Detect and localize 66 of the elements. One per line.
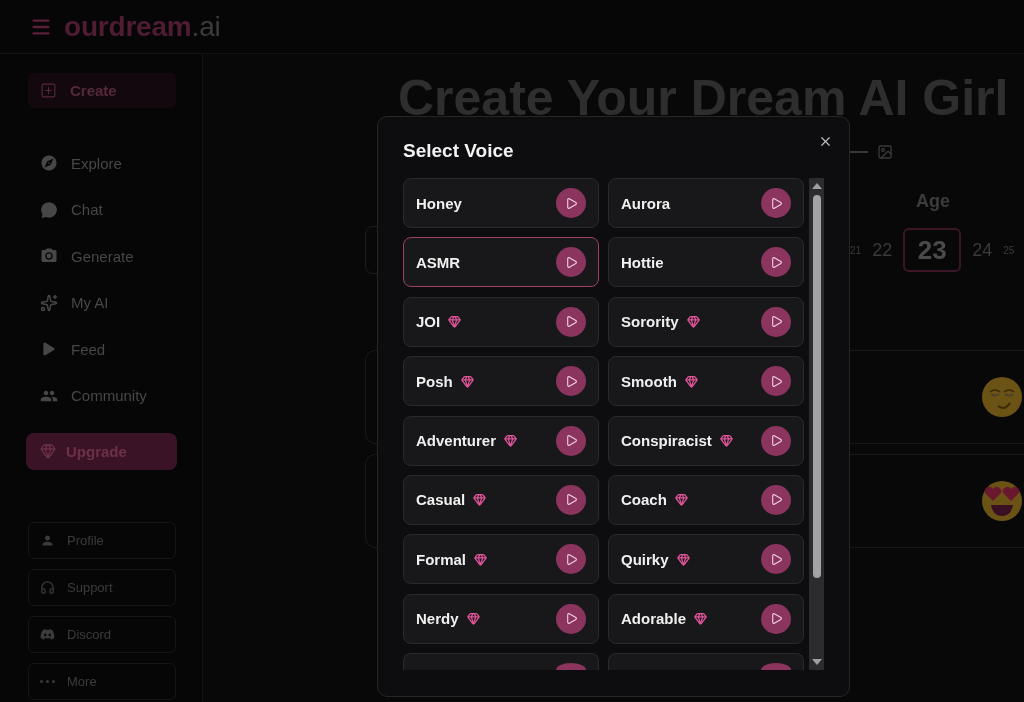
voice-card[interactable]: Hottie: [608, 237, 804, 288]
nav-item[interactable]: Chat: [28, 194, 176, 225]
play-button[interactable]: [556, 544, 586, 575]
voice-card[interactable]: Smooth: [608, 356, 804, 407]
play-button[interactable]: [556, 603, 586, 634]
play-icon: [769, 552, 783, 566]
play-icon: [769, 315, 783, 329]
discord-icon: [40, 626, 55, 642]
play-icon: [564, 374, 578, 388]
play-button[interactable]: [556, 306, 586, 337]
voice-card[interactable]: Casual: [403, 474, 599, 525]
voice-card[interactable]: Nerdy: [403, 593, 599, 644]
nav-item[interactable]: Feed: [28, 334, 176, 365]
play-button[interactable]: [761, 306, 791, 337]
play-button[interactable]: [761, 425, 791, 456]
nav-item[interactable]: My AI: [28, 287, 176, 318]
play-button[interactable]: [761, 247, 791, 278]
play-button[interactable]: [761, 603, 791, 634]
play-icon: [564, 552, 578, 566]
age-option[interactable]: 23: [903, 228, 962, 272]
dialog-title: Select Voice: [403, 140, 514, 162]
voice-card[interactable]: Sorority: [608, 296, 804, 347]
play-button[interactable]: [761, 544, 791, 575]
play-icon: [769, 612, 783, 626]
voice-card[interactable]: Aurora: [608, 178, 804, 228]
more-icon: [40, 679, 55, 683]
nav-item[interactable]: Generate: [28, 241, 176, 272]
play-button[interactable]: [761, 484, 791, 515]
nav-item[interactable]: Community: [28, 380, 176, 411]
create-button[interactable]: Create: [28, 73, 176, 108]
play-button[interactable]: [761, 188, 791, 218]
chat-bubble-icon: [40, 200, 58, 219]
voice-card[interactable]: Conspiracist: [608, 415, 804, 466]
voice-card[interactable]: ASMR: [403, 237, 599, 288]
sparkle-icon: [40, 293, 58, 312]
play-icon: [564, 434, 578, 448]
play-button[interactable]: [556, 247, 586, 278]
play-button[interactable]: [556, 366, 586, 397]
compass-icon: [40, 154, 58, 172]
plus-square-icon: [40, 82, 57, 99]
voice-card[interactable]: JOI: [403, 296, 599, 347]
play-button[interactable]: [761, 366, 791, 397]
play-button[interactable]: [556, 188, 586, 218]
voice-card[interactable]: Posh: [403, 356, 599, 407]
diamond-icon: [40, 443, 56, 460]
play-icon: [564, 493, 578, 507]
voice-card[interactable]: Honey: [403, 178, 599, 228]
play-icon: [769, 374, 783, 388]
play-icon: [769, 434, 783, 448]
play-button[interactable]: [556, 484, 586, 515]
play-icon: [564, 315, 578, 329]
headset-icon: [40, 579, 55, 595]
play-icon: [564, 612, 578, 626]
play-icon: [564, 255, 578, 269]
voice-card[interactable]: Quirky: [608, 534, 804, 585]
play-icon: [769, 493, 783, 507]
voice-card[interactable]: Adventurer: [403, 415, 599, 466]
play-icon: [769, 196, 783, 210]
play-icon: [564, 196, 578, 210]
play-button[interactable]: [556, 425, 586, 456]
scrollbar[interactable]: [809, 178, 824, 670]
voice-card[interactable]: Adorable: [608, 593, 804, 644]
voice-card[interactable]: Coach: [608, 474, 804, 525]
nav-item[interactable]: Explore: [28, 148, 176, 178]
play-icon: [769, 255, 783, 269]
voice-card[interactable]: Formal: [403, 534, 599, 585]
